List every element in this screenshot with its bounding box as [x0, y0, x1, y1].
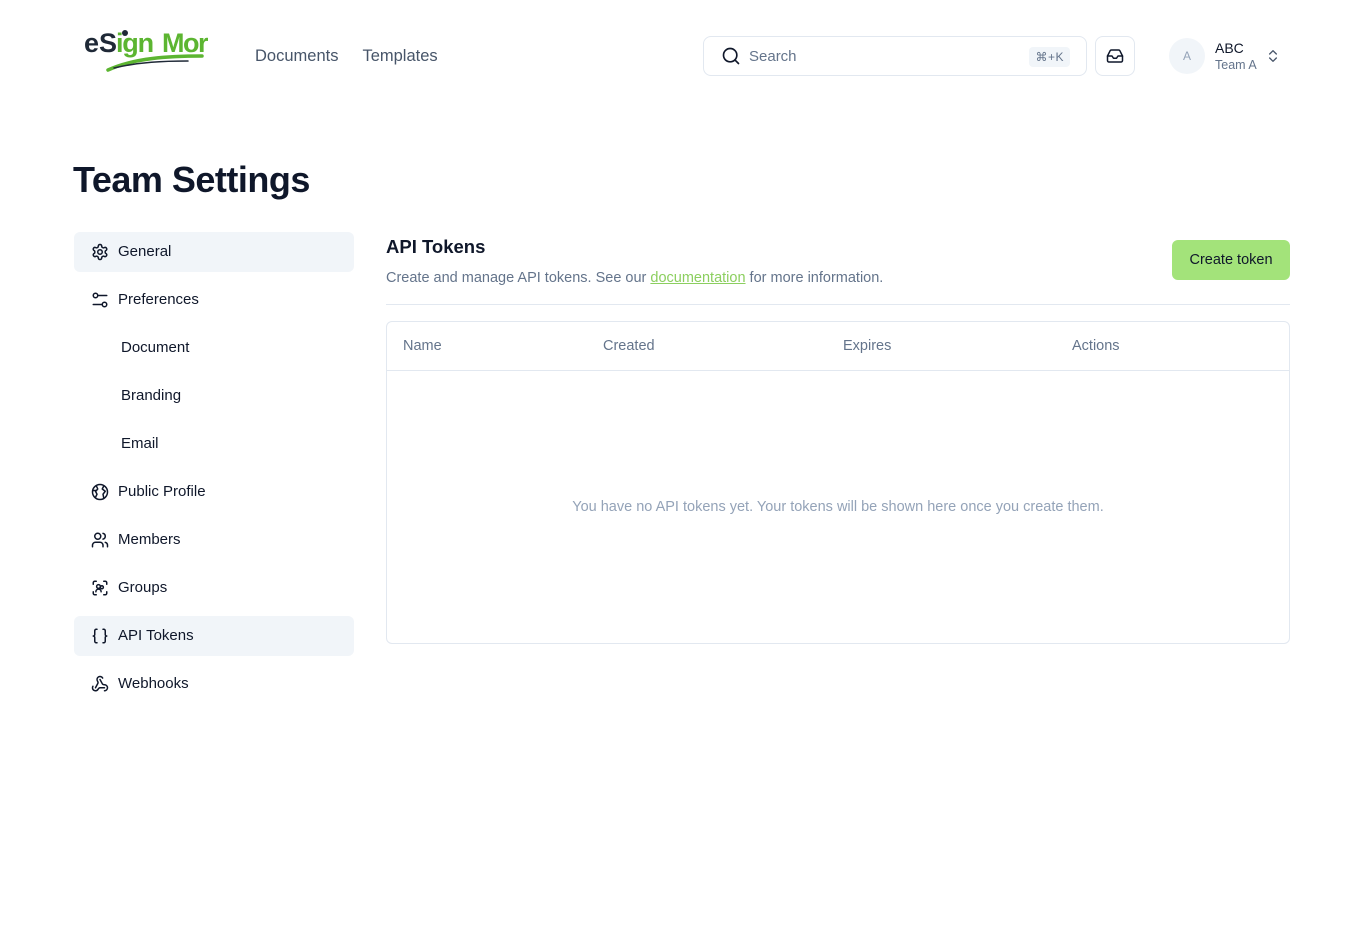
sidebar-item-branding[interactable]: Branding — [74, 376, 354, 416]
search-placeholder: Search — [749, 47, 797, 65]
sidebar-item-label: API Tokens — [118, 627, 194, 644]
globe-icon — [90, 482, 110, 502]
sidebar-item-label: Email — [121, 435, 159, 452]
sidebar-item-label: Members — [118, 531, 181, 548]
sidebar-item-document[interactable]: Document — [74, 328, 354, 368]
sidebar-item-label: General — [118, 243, 172, 260]
tokens-table: Name Created Expires Actions You have no… — [386, 321, 1290, 644]
sidebar-item-api-tokens[interactable]: API Tokens — [74, 616, 354, 656]
main-nav: Documents Templates — [255, 45, 462, 67]
column-header-expires: Expires — [843, 338, 892, 354]
table-header: Name Created Expires Actions — [387, 322, 1289, 371]
webhook-icon — [90, 674, 110, 694]
svg-text:S: S — [99, 28, 116, 58]
sidebar-item-label: Webhooks — [118, 675, 189, 692]
users-icon — [90, 530, 110, 550]
svg-text:ign: ign — [116, 28, 153, 58]
settings-sidebar: General Preferences Document Branding Em… — [74, 232, 354, 712]
nav-documents[interactable]: Documents — [255, 45, 338, 67]
user-name: ABC — [1215, 39, 1244, 56]
sidebar-item-groups[interactable]: Groups — [74, 568, 354, 608]
sidebar-item-general[interactable]: General — [74, 232, 354, 272]
search-input[interactable]: Search ⌘+K — [703, 36, 1087, 76]
group-scan-icon — [90, 578, 110, 598]
nav-templates[interactable]: Templates — [362, 45, 437, 67]
sidebar-item-email[interactable]: Email — [74, 424, 354, 464]
gear-icon — [90, 242, 110, 262]
sidebar-item-label: Preferences — [118, 291, 199, 308]
chevrons-up-down-icon — [1265, 47, 1281, 65]
inbox-icon — [1106, 47, 1124, 65]
braces-icon — [90, 626, 110, 646]
sliders-icon — [90, 290, 110, 310]
section-description: Create and manage API tokens. See our do… — [386, 268, 883, 288]
empty-state-message: You have no API tokens yet. Your tokens … — [572, 499, 1104, 515]
sidebar-item-label: Branding — [121, 387, 182, 404]
inbox-button[interactable] — [1095, 36, 1135, 76]
top-header: e S ign Mor Documents Templates Search ⌘… — [0, 0, 1363, 112]
sidebar-item-label: Groups — [118, 579, 168, 596]
shortcut-badge: ⌘+K — [1029, 47, 1070, 67]
column-header-actions: Actions — [1072, 338, 1120, 354]
page-title: Team Settings — [73, 159, 310, 200]
section-title: API Tokens — [386, 236, 486, 257]
avatar: A — [1169, 38, 1205, 74]
sidebar-item-preferences[interactable]: Preferences — [74, 280, 354, 320]
description-text: Create and manage API tokens. See our — [386, 270, 651, 286]
divider — [386, 304, 1290, 305]
create-token-button[interactable]: Create token — [1172, 240, 1290, 280]
team-switcher[interactable]: A ABC Team A — [1169, 36, 1291, 76]
sidebar-item-label: Document — [121, 339, 190, 356]
description-text-end: for more information. — [745, 270, 884, 286]
user-team: Team A — [1215, 57, 1257, 72]
column-header-created: Created — [603, 338, 655, 354]
sidebar-item-label: Public Profile — [118, 483, 206, 500]
sidebar-item-members[interactable]: Members — [74, 520, 354, 560]
column-header-name: Name — [403, 338, 442, 354]
sidebar-item-webhooks[interactable]: Webhooks — [74, 664, 354, 704]
esignmor-logo[interactable]: e S ign Mor — [84, 28, 208, 76]
search-icon — [721, 46, 741, 66]
svg-text:Mor: Mor — [162, 28, 208, 58]
sidebar-item-public-profile[interactable]: Public Profile — [74, 472, 354, 512]
documentation-link[interactable]: documentation — [650, 270, 745, 286]
svg-text:e: e — [84, 28, 99, 58]
